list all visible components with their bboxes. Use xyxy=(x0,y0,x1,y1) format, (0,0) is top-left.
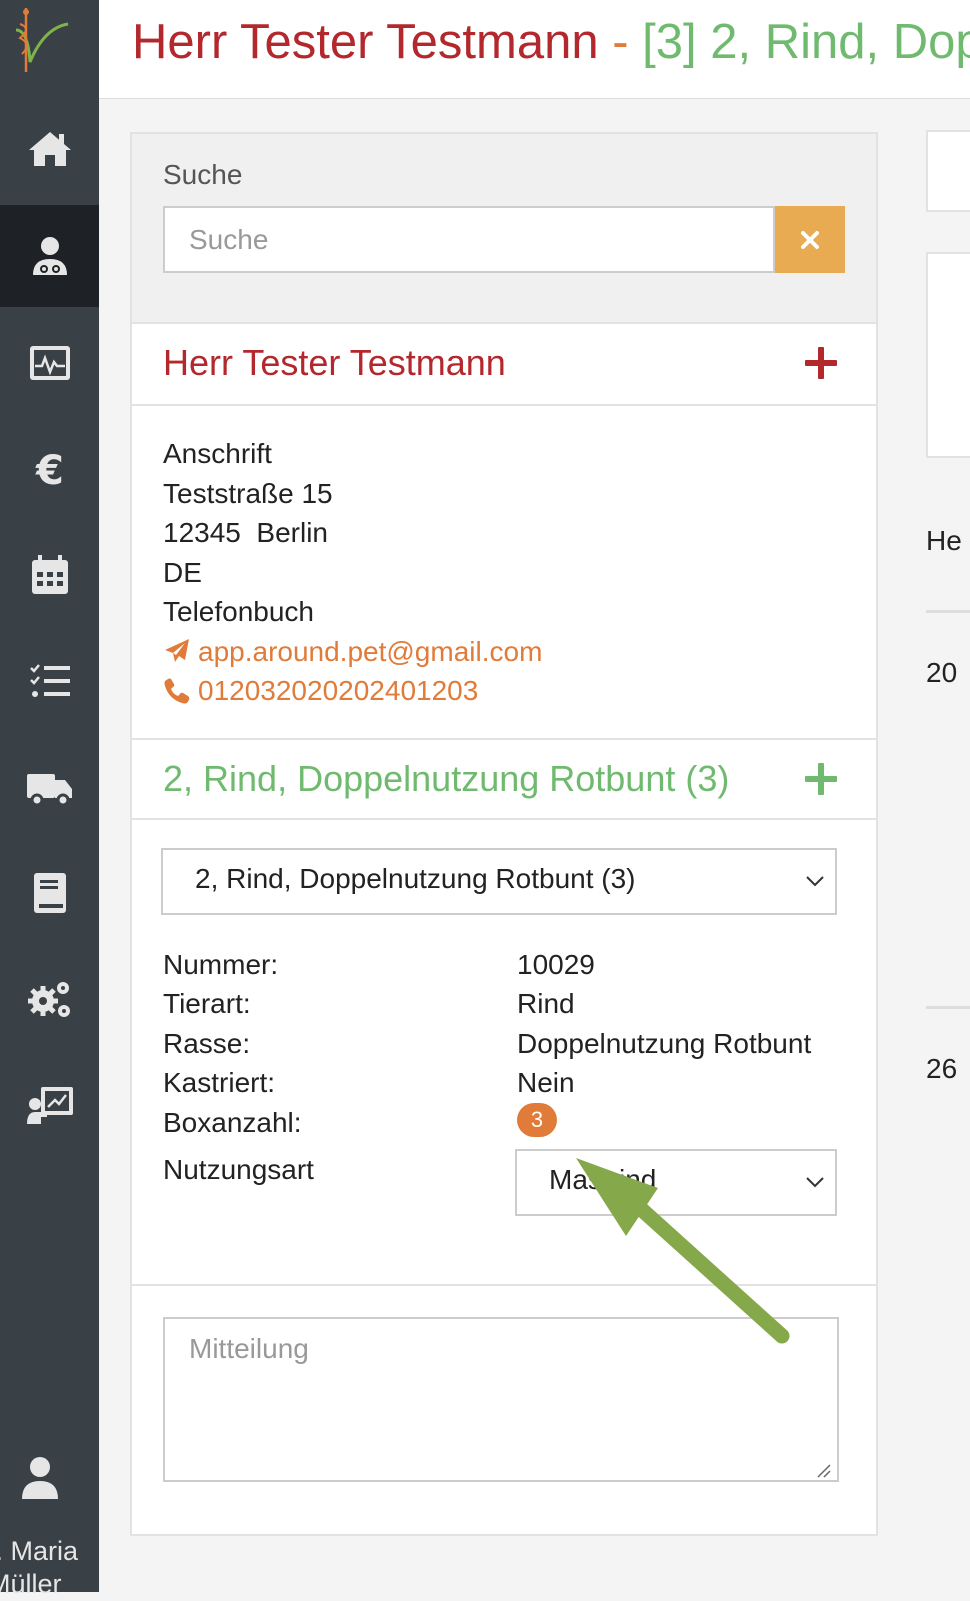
monitor-chart-icon xyxy=(29,346,70,380)
nav-tasks[interactable] xyxy=(0,630,99,732)
patient-icon xyxy=(32,237,67,275)
user-avatar-icon[interactable] xyxy=(18,1455,62,1499)
address-country: DE xyxy=(163,556,202,588)
detail-boxanzahl-label: Boxanzahl: xyxy=(163,1107,302,1138)
address-heading: Anschrift xyxy=(163,438,272,469)
truck-icon xyxy=(26,774,72,807)
animal-header[interactable]: 2, Rind, Doppelnutzung Rotbunt (3) xyxy=(132,738,876,820)
presentation-icon xyxy=(26,1087,73,1124)
right-divider-1 xyxy=(926,610,970,613)
phone-link[interactable]: 012032020202401203 xyxy=(163,671,542,711)
right-panel-top xyxy=(926,130,970,212)
nav-reports[interactable] xyxy=(0,1054,99,1156)
search-section: Suche xyxy=(132,134,876,324)
paper-plane-icon xyxy=(165,639,189,663)
animal-name[interactable]: 2, Rind, Doppelnutzung Rotbunt (3) xyxy=(163,758,729,800)
nav-calendar[interactable] xyxy=(0,524,99,626)
phone-icon xyxy=(164,678,190,704)
box-count-badge: 3 xyxy=(517,1103,557,1137)
book-icon xyxy=(33,873,66,913)
nav-monitor[interactable] xyxy=(0,312,99,414)
phonebook-heading: Telefonbuch xyxy=(163,596,315,627)
search-input[interactable] xyxy=(163,206,775,273)
nav-settings[interactable] xyxy=(0,948,99,1050)
resize-grip-icon[interactable] xyxy=(815,1462,831,1478)
nav-billing[interactable]: € xyxy=(0,418,99,520)
sidebar: € r. Maria Müller xyxy=(0,0,99,1599)
animal-select[interactable]: 2, Rind, Doppelnutzung Rotbunt (3) xyxy=(161,848,837,915)
app-logo[interactable] xyxy=(0,0,99,98)
email-text: app.around.pet@gmail.com xyxy=(198,635,543,667)
detail-kastriert-value: Nein xyxy=(517,1067,575,1098)
right-text-2: 20 xyxy=(926,657,958,688)
detail-boxanzahl-value: 3 xyxy=(517,1102,557,1137)
email-link[interactable]: app.around.pet@gmail.com xyxy=(163,632,542,672)
gears-icon xyxy=(27,982,70,1017)
search-label: Suche xyxy=(163,159,243,190)
nav-delivery[interactable] xyxy=(0,736,99,838)
svg-text:€: € xyxy=(35,448,64,494)
euro-icon: € xyxy=(35,448,64,494)
patient-panel: Suche Herr Tester Testmann Anschrift Tes… xyxy=(130,132,878,1536)
right-divider-2 xyxy=(926,1006,970,1009)
close-icon xyxy=(801,230,819,249)
add-animal-button[interactable] xyxy=(804,762,838,796)
home-icon xyxy=(28,132,71,166)
owner-name[interactable]: Herr Tester Testmann xyxy=(163,342,506,384)
page-header: Herr Tester Testmann - [3] 2, Rind, Dopp xyxy=(99,0,970,99)
user-name-line1: r. Maria xyxy=(0,1536,79,1566)
calendar-icon xyxy=(31,555,68,594)
header-separator: - xyxy=(598,15,643,69)
detail-tierart-label: Tierart: xyxy=(163,988,251,1019)
detail-kastriert-label: Kastriert: xyxy=(163,1067,276,1098)
right-text-1: He xyxy=(926,525,962,556)
nutzungsart-select-value: Mastrind xyxy=(549,1164,657,1195)
address-city: 12345 Berlin xyxy=(163,517,329,548)
add-owner-button[interactable] xyxy=(804,346,838,380)
header-owner: Herr Tester Testmann xyxy=(132,15,599,69)
clear-search-button[interactable] xyxy=(775,206,845,273)
chevron-down-icon xyxy=(806,1177,824,1188)
user-name-line2: Müller xyxy=(0,1569,62,1599)
phone-text: 012032020202401203 xyxy=(198,675,479,706)
nav-book[interactable] xyxy=(0,842,99,944)
plus-icon xyxy=(805,763,837,795)
detail-nutzungsart-label: Nutzungsart xyxy=(163,1154,314,1185)
detail-nummer-label: Nummer: xyxy=(163,949,279,980)
right-column: He 20 26 xyxy=(926,0,970,1592)
right-text-3: 26 xyxy=(926,1053,958,1084)
header-animal: [3] 2, Rind, Dopp xyxy=(642,15,970,69)
address-street: Teststraße 15 xyxy=(163,477,333,509)
detail-rasse-label: Rasse: xyxy=(163,1028,251,1059)
chevron-down-icon xyxy=(806,876,824,887)
page-title: Herr Tester Testmann - [3] 2, Rind, Dopp xyxy=(132,14,970,70)
owner-header[interactable]: Herr Tester Testmann xyxy=(132,324,876,406)
nav-home[interactable] xyxy=(0,98,99,200)
right-panel-box xyxy=(926,252,970,458)
animal-select-value: 2, Rind, Doppelnutzung Rotbunt (3) xyxy=(195,863,636,894)
detail-nummer-value: 10029 xyxy=(517,949,595,980)
user-name[interactable]: r. Maria Müller xyxy=(0,1535,98,1601)
task-list-icon xyxy=(29,664,70,697)
message-textarea[interactable] xyxy=(163,1317,839,1482)
detail-rasse-value: Doppelnutzung Rotbunt xyxy=(517,1028,812,1059)
nutzungsart-select[interactable]: Mastrind xyxy=(515,1149,837,1216)
plus-icon xyxy=(805,347,837,379)
nav-patients[interactable] xyxy=(0,205,99,307)
owner-address: Anschrift Teststraße 15 12345 Berlin DE … xyxy=(163,434,542,711)
detail-tierart-value: Rind xyxy=(517,988,575,1019)
section-divider xyxy=(132,1284,876,1286)
